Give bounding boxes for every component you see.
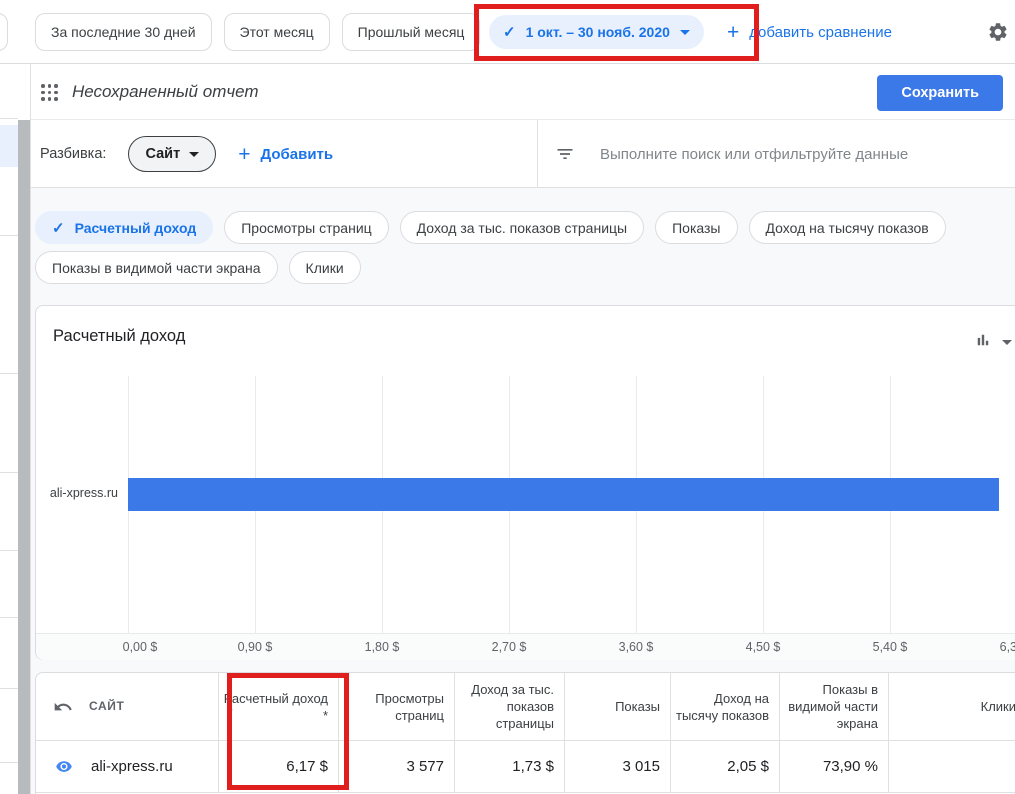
row-page-views: 3 577 (338, 741, 454, 792)
breakdown-label: Разбивка: (40, 146, 107, 162)
column-header-clicks[interactable]: Клики (888, 673, 1015, 740)
apps-grid-icon[interactable] (40, 83, 59, 102)
check-icon: ✓ (52, 219, 65, 237)
date-range-label: 1 окт. – 30 нояб. 2020 (525, 24, 670, 40)
cutoff-date-chip[interactable] (0, 13, 8, 51)
dimension-chip-site[interactable]: Сайт (128, 136, 217, 172)
row-viewability: 73,90 % (779, 741, 888, 792)
report-body: ✓ Расчетный доход Просмотры страниц Дохо… (31, 188, 1015, 794)
column-header-impressions[interactable]: Показы (564, 673, 670, 740)
check-icon: ✓ (503, 24, 516, 41)
report-header: Несохраненный отчет Сохранить (31, 64, 1015, 120)
row-site-name[interactable]: ali-xpress.ru (91, 758, 173, 775)
settings-gear-icon[interactable] (987, 21, 1009, 43)
row-impression-rpm: 2,05 $ (670, 741, 779, 792)
chart-x-axis: 0,00 $ 0,90 $ 1,80 $ 2,70 $ 3,60 $ 4,50 … (36, 633, 1015, 660)
x-tick: 3,60 $ (618, 640, 654, 654)
preset-last-30-days[interactable]: За последние 30 дней (35, 13, 212, 51)
metric-chip-impression-rpm[interactable]: Доход на тысячу показов (748, 211, 946, 244)
metric-chip-page-rpm[interactable]: Доход за тыс. показов страницы (399, 211, 645, 244)
metric-chip-label: Расчетный доход (74, 219, 197, 236)
divider (537, 120, 538, 188)
report-title: Несохраненный отчет (72, 82, 259, 101)
left-edge-highlight (0, 125, 18, 167)
add-comparison-label: добавить сравнение (749, 23, 892, 41)
metric-chip-page-views[interactable]: Просмотры страниц (224, 211, 389, 244)
sort-desc-icon: ↓ (227, 698, 235, 715)
chart-category-label: ali-xpress.ru (49, 486, 118, 500)
x-tick: 2,70 $ (491, 640, 527, 654)
save-button[interactable]: Сохранить (877, 75, 1003, 111)
metric-chips-row-2: Показы в видимой части экрана Клики (35, 251, 361, 284)
chart-type-selector[interactable] (974, 331, 1012, 354)
chart-title: Расчетный доход (53, 327, 186, 345)
breakdown-row: Разбивка: Сайт + Добавить (31, 120, 1015, 188)
x-tick: 0,90 $ (237, 640, 273, 654)
date-presets: За последние 30 дней Этот месяц Прошлый … (35, 13, 481, 51)
table-header-row: САЙТ ↓ Расчетный доход * Просмотры стран… (36, 673, 1015, 741)
add-comparison-button[interactable]: + добавить сравнение (727, 0, 892, 64)
column-header-estimated-revenue[interactable]: ↓ Расчетный доход * (218, 673, 338, 740)
chevron-down-icon (679, 29, 690, 35)
metric-chip-viewable-impressions[interactable]: Показы в видимой части экрана (35, 251, 278, 284)
x-tick: 1,80 $ (364, 640, 400, 654)
adsense-report-screen: За последние 30 дней Этот месяц Прошлый … (0, 0, 1015, 794)
x-tick: 6,30 $ (999, 640, 1015, 654)
plus-icon: + (727, 20, 740, 44)
add-dimension-label: Добавить (260, 145, 334, 163)
chart-plot-area: ali-xpress.ru (36, 376, 1015, 633)
column-header-page-rpm[interactable]: Доход за тыс. показов страницы (454, 673, 564, 740)
x-tick: 0,00 $ (122, 640, 158, 654)
row-estimated-revenue: 6,17 $ (218, 741, 338, 792)
row-clicks (888, 741, 1015, 792)
chevron-down-icon (1002, 340, 1012, 345)
date-range-toolbar: За последние 30 дней Этот месяц Прошлый … (0, 0, 1015, 64)
filter-list-icon[interactable] (555, 144, 575, 164)
preset-this-month[interactable]: Этот месяц (223, 13, 330, 51)
breakdown-controls: Разбивка: Сайт + Добавить (40, 120, 333, 188)
column-header-page-views[interactable]: Просмотры страниц (338, 673, 454, 740)
row-impressions: 3 015 (564, 741, 670, 792)
undo-icon[interactable] (53, 697, 73, 717)
chart-card: Расчетный доход ali-xpress.ru 0,00 $ 0,9… (35, 305, 1015, 660)
search-filter-input[interactable] (600, 145, 980, 163)
column-header-label: Расчетный доход * (223, 690, 328, 723)
preset-last-month[interactable]: Прошлый месяц (341, 13, 481, 51)
data-table-card: САЙТ ↓ Расчетный доход * Просмотры стран… (35, 672, 1015, 794)
plus-icon: + (238, 142, 251, 166)
metric-chip-impressions[interactable]: Показы (655, 211, 738, 244)
metric-chips-row-1: ✓ Расчетный доход Просмотры страниц Дохо… (35, 211, 946, 244)
chevron-down-icon (189, 151, 200, 157)
column-header-site[interactable]: САЙТ (89, 698, 124, 715)
filter-zone (555, 120, 980, 188)
column-header-viewability[interactable]: Показы в видимой части экрана (779, 673, 888, 740)
x-tick: 4,50 $ (745, 640, 781, 654)
visibility-eye-icon[interactable] (53, 758, 75, 775)
metric-chip-estimated-revenue[interactable]: ✓ Расчетный доход (35, 211, 214, 244)
date-range-chip[interactable]: ✓ 1 окт. – 30 нояб. 2020 (489, 15, 704, 49)
bar-chart-icon (974, 331, 992, 354)
row-page-rpm: 1,73 $ (454, 741, 564, 792)
dimension-chip-label: Сайт (145, 146, 181, 162)
metric-chip-clicks[interactable]: Клики (288, 251, 361, 284)
table-row: ali-xpress.ru 6,17 $ 3 577 1,73 $ 3 015 … (36, 741, 1015, 793)
column-header-impression-rpm[interactable]: Доход на тысячу показов (670, 673, 779, 740)
revenue-bar[interactable] (128, 478, 999, 511)
add-dimension-button[interactable]: + Добавить (238, 144, 333, 165)
x-tick: 5,40 $ (872, 640, 908, 654)
left-edge-content (0, 64, 18, 794)
vertical-scrollbar[interactable] (18, 120, 30, 794)
